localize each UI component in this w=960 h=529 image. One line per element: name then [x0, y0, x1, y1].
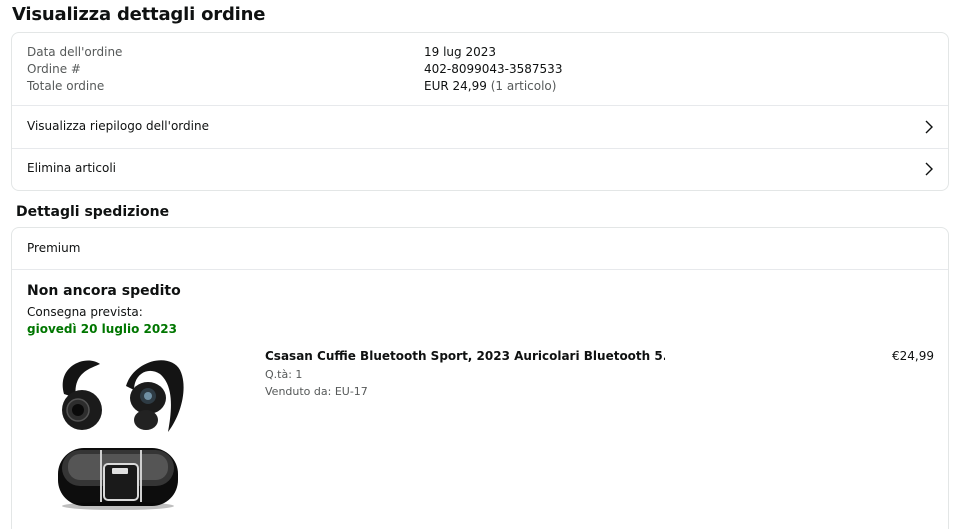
shipment-card: Premium Non ancora spedito Consegna prev…	[11, 227, 949, 529]
delete-items-link[interactable]: Elimina articoli	[12, 148, 948, 190]
product-price: €24,99	[892, 349, 934, 363]
chevron-right-icon	[925, 120, 933, 134]
view-order-summary-link[interactable]: Visualizza riepilogo dell'ordine	[12, 106, 948, 148]
delivery-label: Consegna prevista:	[27, 305, 143, 319]
order-total-amount: EUR 24,99	[424, 79, 487, 93]
shipping-section-title: Dettagli spedizione	[16, 204, 170, 220]
order-item-count: (1 articolo)	[490, 79, 557, 93]
product-title-link[interactable]: Csasan Cuffie Bluetooth Sport, 2023 Auri…	[265, 349, 665, 363]
wireless-earbuds-product-image[interactable]	[42, 346, 192, 514]
divider	[12, 269, 948, 270]
order-total-value: EUR 24,99 (1 articolo)	[424, 79, 556, 93]
page-title: Visualizza dettagli ordine	[12, 4, 266, 25]
product-quantity: Q.tà: 1	[265, 368, 303, 381]
order-number-label: Ordine #	[27, 62, 81, 76]
order-summary-card: Data dell'ordine 19 lug 2023 Ordine # 40…	[11, 32, 949, 191]
delete-items-label: Elimina articoli	[27, 161, 116, 175]
order-total-label: Totale ordine	[27, 79, 105, 93]
order-date-label: Data dell'ordine	[27, 45, 123, 59]
shipping-service: Premium	[27, 241, 81, 255]
delivery-date: giovedì 20 luglio 2023	[27, 322, 177, 336]
order-date-value: 19 lug 2023	[424, 45, 496, 59]
product-seller: Venduto da: EU-17	[265, 385, 368, 398]
view-order-summary-label: Visualizza riepilogo dell'ordine	[27, 119, 209, 133]
order-number-value: 402-8099043-3587533	[424, 62, 563, 76]
chevron-right-icon	[925, 162, 933, 176]
shipment-status: Non ancora spedito	[27, 283, 181, 299]
